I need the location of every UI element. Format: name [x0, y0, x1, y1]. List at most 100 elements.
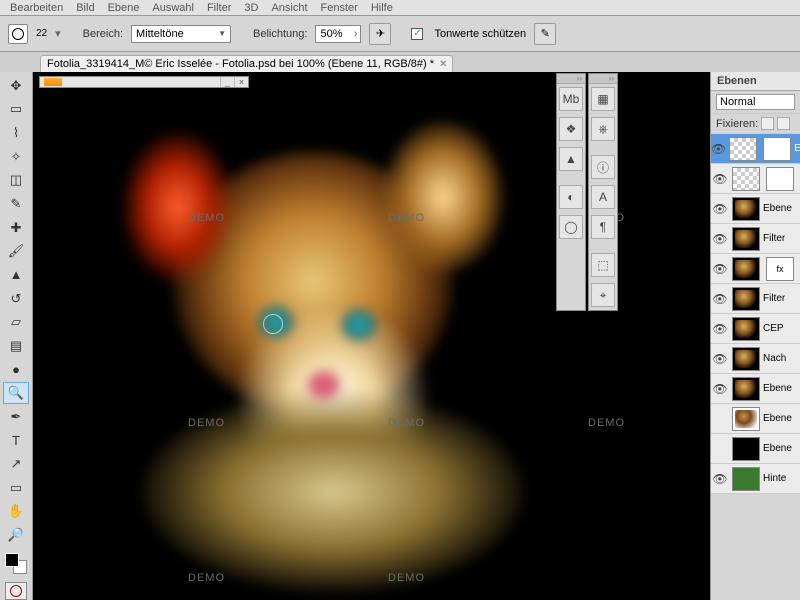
panel-icon[interactable]: ◐ [559, 185, 583, 209]
layer-row[interactable]: 👁Ebene [711, 194, 800, 224]
document-tab[interactable]: Fotolia_3319414_M© Eric Isselée - Fotoli… [40, 55, 453, 72]
stamp-tool[interactable]: ▲ [3, 264, 29, 286]
brush-tool[interactable]: 🖌 [3, 240, 29, 262]
blend-mode-dropdown[interactable]: Normal [716, 94, 795, 110]
visibility-icon[interactable]: 👁 [711, 172, 729, 186]
layer-row[interactable]: 👁Ebene 11 [711, 134, 800, 164]
visibility-icon[interactable]: 👁 [711, 262, 729, 276]
layer-thumbnail[interactable] [732, 227, 760, 251]
panel-icon[interactable]: ❖ [559, 117, 583, 141]
shape-tool[interactable]: ▭ [3, 477, 29, 499]
visibility-icon[interactable]: 👁 [711, 232, 729, 246]
layer-thumbnail[interactable] [732, 167, 760, 191]
type-tool[interactable]: T [3, 430, 29, 452]
panel-icon[interactable]: ▲ [559, 147, 583, 171]
layer-thumbnail[interactable] [732, 317, 760, 341]
panel-icon[interactable]: ⎈ [591, 117, 615, 141]
visibility-icon[interactable]: 👁 [711, 382, 729, 396]
panel-icon[interactable]: ▦ [591, 87, 615, 111]
layer-mask-thumbnail[interactable]: fx [766, 257, 794, 281]
layer-row[interactable]: 👁Filter [711, 284, 800, 314]
brush-size-value[interactable]: 22 [36, 28, 47, 39]
layer-row[interactable]: 👁 [711, 164, 800, 194]
visibility-icon[interactable]: 👁 [711, 472, 729, 486]
hand-tool[interactable]: ✋ [3, 501, 29, 523]
protect-tones-checkbox[interactable]: ✓ [411, 28, 423, 40]
layer-mask-thumbnail[interactable] [763, 137, 791, 161]
minimize-icon[interactable]: _ [220, 77, 234, 87]
visibility-icon[interactable]: 👁 [711, 202, 729, 216]
menu-bild[interactable]: Bild [76, 2, 94, 13]
quick-mask-icon[interactable] [5, 582, 27, 600]
layer-row[interactable]: 👁 fx [711, 254, 800, 284]
range-dropdown[interactable]: Mitteltöne [131, 25, 231, 43]
floating-window[interactable]: _× [39, 76, 249, 88]
exposure-input[interactable]: 50% [315, 25, 361, 43]
panel-icon[interactable]: ¶ [591, 215, 615, 239]
layers-tab[interactable]: Ebenen [711, 72, 800, 91]
menu-3d[interactable]: 3D [244, 2, 258, 13]
layer-thumbnail[interactable] [732, 437, 760, 461]
airbrush-icon[interactable]: ✈ [369, 23, 391, 45]
visibility-icon[interactable]: 👁 [711, 352, 729, 366]
zoom-tool[interactable]: 🔎 [3, 524, 29, 546]
layer-thumbnail[interactable] [729, 137, 757, 161]
layer-row[interactable]: 👁Hinte [711, 464, 800, 494]
menu-filter[interactable]: Filter [207, 2, 231, 13]
visibility-icon[interactable]: 👁 [711, 292, 729, 306]
menu-ebene[interactable]: Ebene [108, 2, 140, 13]
layer-mask-thumbnail[interactable] [766, 167, 794, 191]
layer-thumbnail[interactable] [732, 467, 760, 491]
canvas-area[interactable]: DEMO DEMO DEMO DEMO DEMO DEMO DEMO DEMO … [33, 72, 710, 600]
panel-icon[interactable]: ⌖ [591, 283, 615, 307]
panel-collapse-icon[interactable]: ›› [589, 74, 617, 84]
menu-ansicht[interactable]: Ansicht [271, 2, 307, 13]
eraser-tool[interactable]: ▱ [3, 311, 29, 333]
panel-collapse-icon[interactable]: ›› [557, 74, 585, 84]
layer-thumbnail[interactable] [732, 257, 760, 281]
menu-bearbeiten[interactable]: Bearbeiten [10, 2, 63, 13]
layer-name: Ebene [763, 413, 792, 424]
path-tool[interactable]: ↗ [3, 453, 29, 475]
menu-fenster[interactable]: Fenster [321, 2, 358, 13]
menu-auswahl[interactable]: Auswahl [152, 2, 194, 13]
layer-row[interactable]: 👁CEP [711, 314, 800, 344]
eyedropper-tool[interactable]: ✎ [3, 193, 29, 215]
layer-row[interactable]: Ebene [711, 434, 800, 464]
crop-tool[interactable]: ◫ [3, 170, 29, 192]
panel-icon[interactable]: A [591, 185, 615, 209]
brush-preview-icon[interactable] [8, 24, 28, 44]
lock-transparency-icon[interactable] [761, 117, 774, 130]
close-icon[interactable]: × [440, 58, 446, 70]
wand-tool[interactable]: ✧ [3, 146, 29, 168]
marquee-tool[interactable]: ▭ [3, 99, 29, 121]
layer-row[interactable]: 👁Ebene [711, 374, 800, 404]
layer-thumbnail[interactable] [732, 377, 760, 401]
tablet-pressure-icon[interactable]: ✎ [534, 23, 556, 45]
menu-hilfe[interactable]: Hilfe [371, 2, 393, 13]
panel-icon[interactable]: ⓘ [591, 155, 615, 179]
layer-thumbnail[interactable] [732, 287, 760, 311]
gradient-tool[interactable]: ▤ [3, 335, 29, 357]
lasso-tool[interactable]: ⌇ [3, 122, 29, 144]
blur-tool[interactable]: ● [3, 359, 29, 381]
visibility-icon[interactable]: 👁 [711, 142, 726, 156]
panel-icon[interactable]: ◯ [559, 215, 583, 239]
healing-tool[interactable]: ✚ [3, 217, 29, 239]
lock-pixels-icon[interactable] [777, 117, 790, 130]
close-icon[interactable]: × [234, 77, 248, 87]
panel-icon[interactable]: Mb [559, 87, 583, 111]
layer-row[interactable]: 👁Filter [711, 224, 800, 254]
pen-tool[interactable]: ✒ [3, 406, 29, 428]
layer-row[interactable]: 👁Nach [711, 344, 800, 374]
color-swatch[interactable] [5, 553, 27, 575]
visibility-icon[interactable]: 👁 [711, 322, 729, 336]
layer-thumbnail[interactable] [732, 347, 760, 371]
move-tool[interactable]: ✥ [3, 75, 29, 97]
layer-thumbnail[interactable] [732, 197, 760, 221]
dodge-tool[interactable]: 🔍 [3, 382, 29, 404]
history-brush-tool[interactable]: ↺ [3, 288, 29, 310]
layer-thumbnail[interactable] [732, 407, 760, 431]
layer-row[interactable]: Ebene [711, 404, 800, 434]
panel-icon[interactable]: ⬚ [591, 253, 615, 277]
